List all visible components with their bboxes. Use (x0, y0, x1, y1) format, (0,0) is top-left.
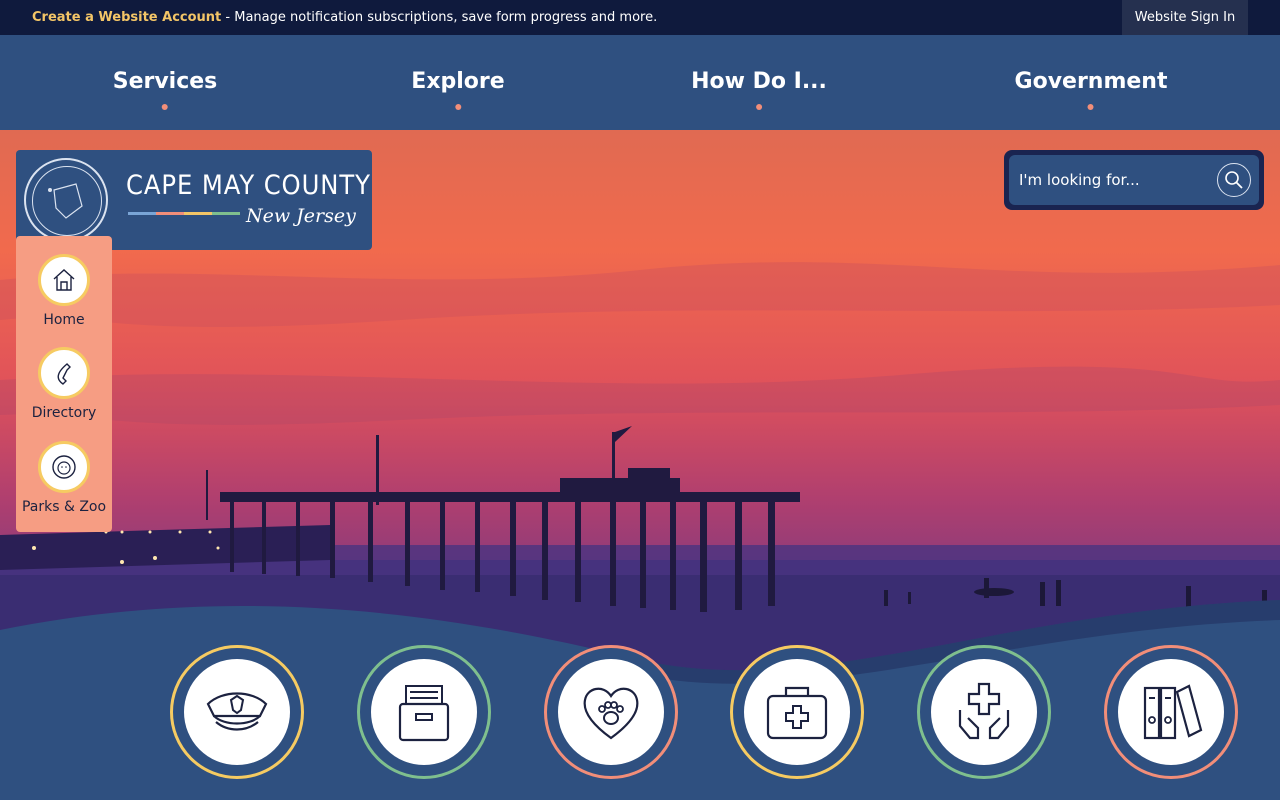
county-name: CAPE MAY COUNTY (126, 170, 371, 201)
nav-dot (455, 104, 461, 110)
state-name: New Jersey (246, 205, 356, 227)
phone-icon (38, 347, 90, 399)
nav-item-explore[interactable]: Explore (411, 35, 505, 130)
search-icon (1225, 171, 1243, 189)
quick-link-label: Directory (31, 405, 97, 421)
service-human-services[interactable] (917, 645, 1051, 779)
site-search (1004, 150, 1264, 210)
nav-label: How Do I... (691, 69, 827, 94)
county-logo[interactable]: CAPE MAY COUNTY New Jersey (16, 150, 372, 250)
service-police[interactable] (170, 645, 304, 779)
search-box (1009, 155, 1259, 205)
logo-stripes (128, 212, 240, 215)
nav-label: Services (112, 69, 218, 94)
quick-link-home[interactable]: Home (16, 254, 112, 328)
website-sign-in-button[interactable]: Website Sign In (1122, 0, 1248, 35)
home-icon (38, 254, 90, 306)
care-hands-icon (931, 659, 1037, 765)
quick-link-label: Parks & Zoo (21, 499, 107, 515)
nav-item-services[interactable]: Services (112, 35, 218, 130)
lion-icon (38, 441, 90, 493)
main-nav: Services Explore How Do I... Government (0, 35, 1280, 130)
nav-item-government[interactable]: Government (1014, 35, 1168, 130)
service-animal-shelter[interactable] (544, 645, 678, 779)
nav-item-how-do-i[interactable]: How Do I... (691, 35, 827, 130)
nav-label: Explore (411, 69, 505, 94)
quick-link-parks-zoo[interactable]: Parks & Zoo (16, 441, 112, 515)
nav-dot (162, 104, 168, 110)
quick-link-label: Home (43, 312, 85, 328)
top-bar: Create a Website Account - Manage notifi… (0, 0, 1280, 35)
service-records[interactable] (357, 645, 491, 779)
create-account-text: - Manage notification subscriptions, sav… (221, 10, 658, 25)
quick-links-panel: Home Directory Parks & Zoo (16, 236, 112, 532)
archive-box-icon (371, 659, 477, 765)
police-hat-icon (184, 659, 290, 765)
search-button[interactable] (1217, 163, 1251, 197)
create-account-link[interactable]: Create a Website Account (32, 10, 221, 25)
medical-kit-icon (744, 659, 850, 765)
account-banner: Create a Website Account - Manage notifi… (32, 10, 657, 25)
nav-label: Government (1014, 69, 1168, 94)
nav-dot (1088, 104, 1094, 110)
nav-dot (756, 104, 762, 110)
service-health[interactable] (730, 645, 864, 779)
service-documents[interactable] (1104, 645, 1238, 779)
search-input[interactable] (1019, 161, 1209, 199)
pet-heart-icon (558, 659, 664, 765)
quick-link-directory[interactable]: Directory (16, 347, 112, 421)
binders-icon (1118, 659, 1224, 765)
county-seal-icon (24, 158, 108, 242)
